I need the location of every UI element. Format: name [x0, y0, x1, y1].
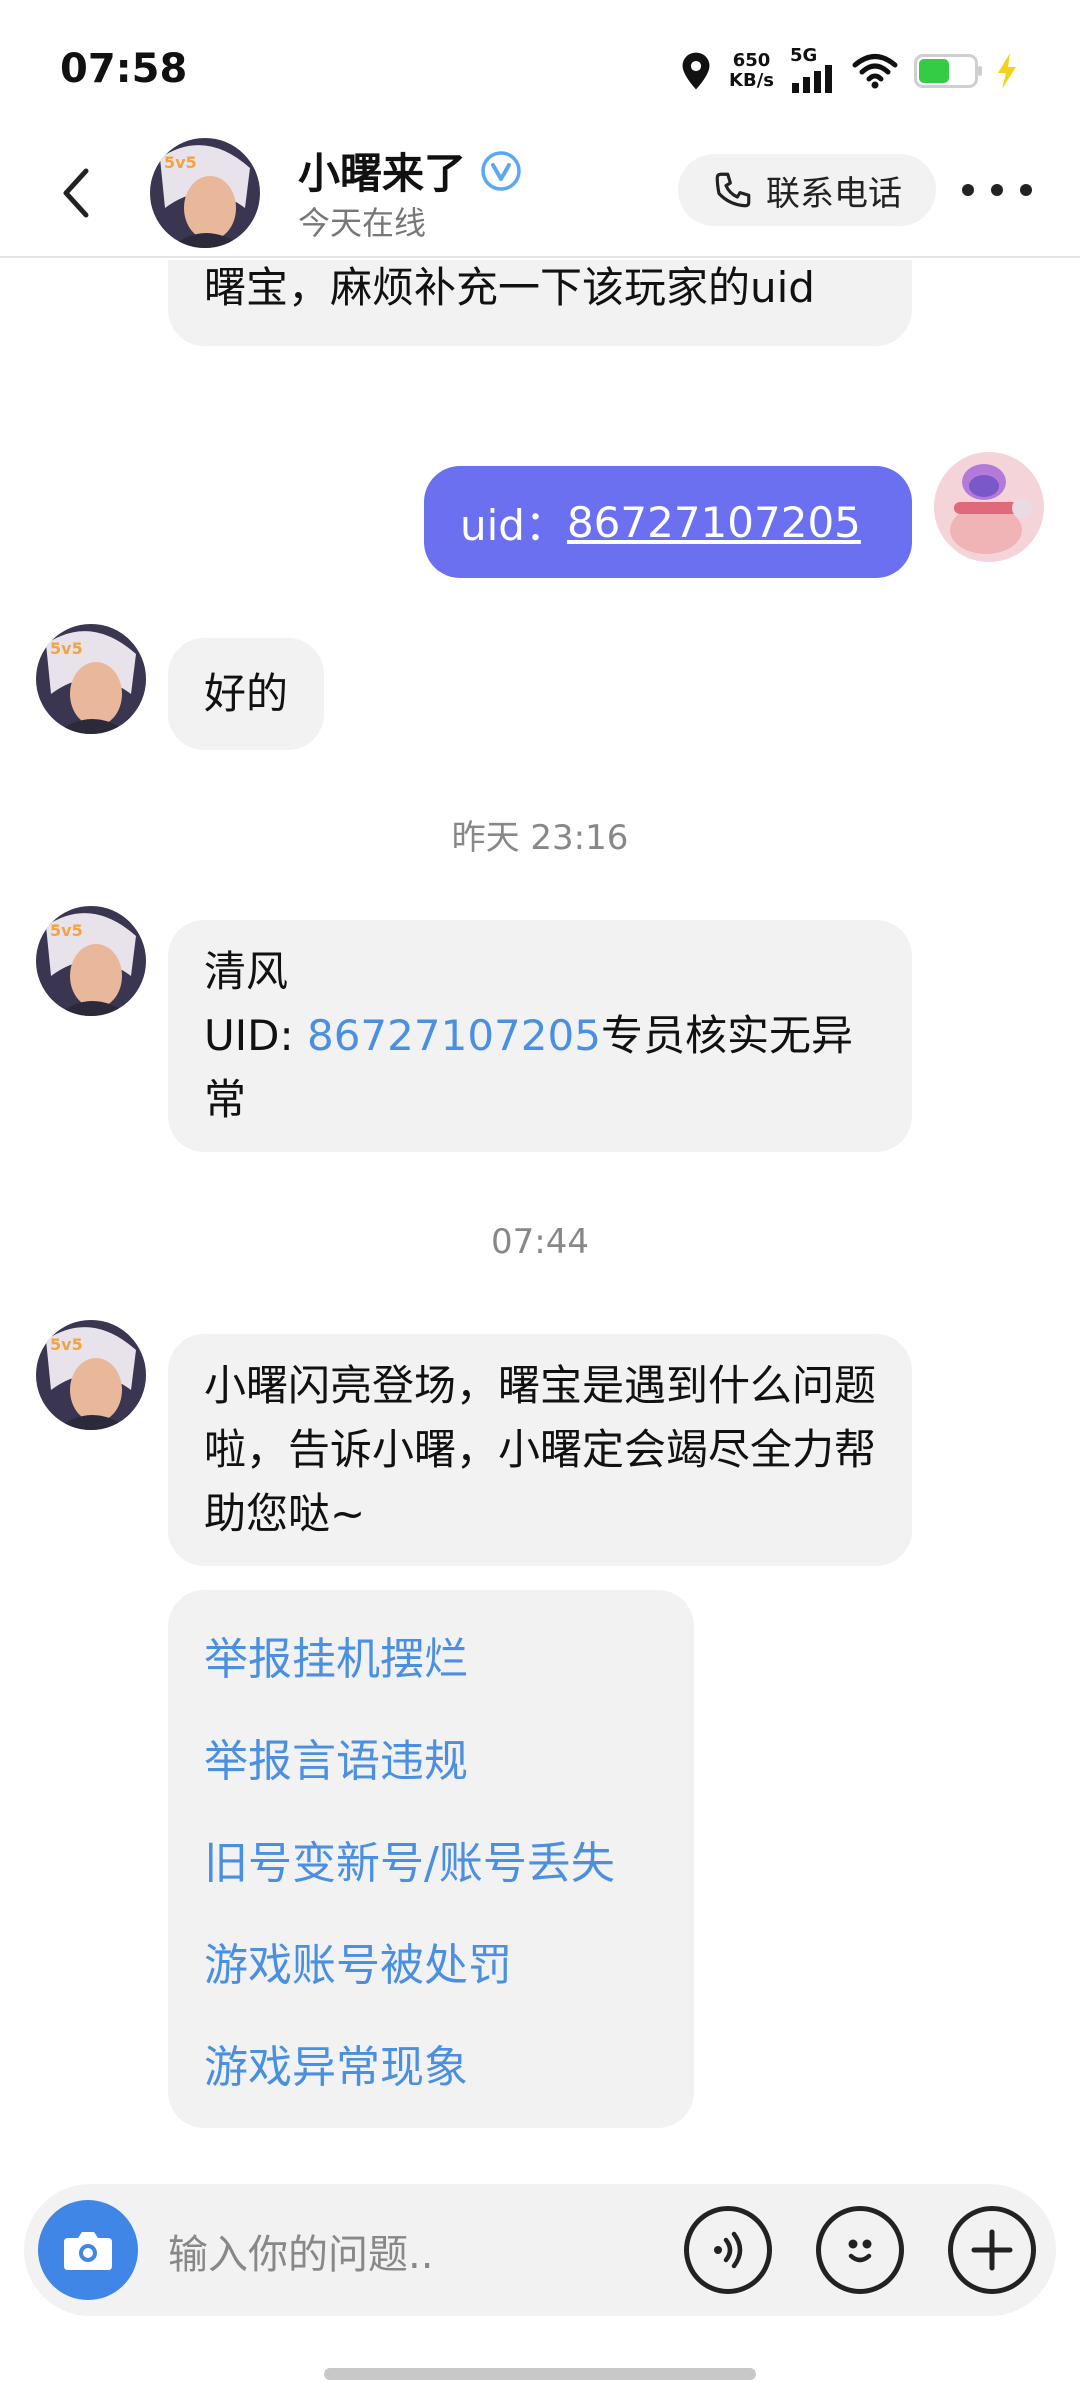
charging-icon [998, 53, 1016, 89]
contact-name-row: 小曙来了 [298, 140, 522, 201]
voice-button[interactable] [684, 2206, 772, 2294]
svg-text:5v5: 5v5 [164, 153, 197, 172]
phone-icon [715, 172, 751, 208]
quick-option-item[interactable]: 举报挂机摆烂 [204, 1604, 658, 1706]
user-avatar[interactable] [934, 452, 1044, 562]
voice-icon [714, 2231, 743, 2269]
quick-options-card: 举报挂机摆烂 举报言语违规 旧号变新号/账号丢失 游戏账号被处罚 游戏异常现象 [168, 1590, 694, 2128]
bot-avatar[interactable]: 5v5 [36, 906, 146, 1016]
message-text: UID: 86727107205专员核实无异常 [204, 1011, 853, 1124]
call-label: 联系电话 [766, 173, 902, 214]
status-icons: 650 KB/s 5G [679, 45, 1020, 96]
contact-name: 小曙来了 [298, 149, 467, 198]
quick-option-item[interactable]: 游戏账号被处罚 [204, 1910, 658, 2012]
message-bubble-incoming: 好的 [168, 638, 325, 750]
message-bubble-incoming: 小曙闪亮登场，曙宝是遇到什么问题啦，告诉小曙，小曙定会竭尽全力帮助您哒~ [168, 1334, 912, 1566]
contact-avatar[interactable]: 5v5 [150, 138, 260, 248]
status-bar: 07:58 650 KB/s 5G [0, 0, 1080, 130]
chat-header: 5v5 小曙来了 今天在线 联系电话 [0, 130, 1080, 258]
add-button[interactable] [948, 2206, 1036, 2294]
net-speed-value: 650 [732, 50, 771, 71]
message-text: 清风 [204, 947, 289, 996]
battery-icon [914, 54, 982, 88]
emoji-icon [848, 2239, 872, 2263]
bot-avatar[interactable]: 5v5 [36, 1320, 146, 1430]
question-input[interactable]: 输入你的问题.. [168, 2222, 433, 2280]
quick-option-item[interactable]: 举报言语违规 [204, 1706, 658, 1808]
uid-link[interactable]: 86727107205 [307, 1011, 601, 1060]
message-text: uid： [460, 500, 567, 550]
verified-icon [481, 150, 521, 191]
timestamp-separator: 07:44 [491, 1222, 589, 1262]
message-text: 好的 [204, 669, 289, 718]
cellular-signal: 5G [790, 45, 836, 93]
message-text: 曙宝，麻烦补充一下该玩家的uid [204, 263, 815, 312]
message-bubble-incoming: 清风 UID: 86727107205专员核实无异常 [168, 920, 912, 1152]
call-button[interactable]: 联系电话 [678, 154, 936, 226]
input-bar: 输入你的问题.. [24, 2184, 1056, 2316]
wifi-icon [852, 54, 898, 89]
message-text: 小曙闪亮登场，曙宝是遇到什么问题啦，告诉小曙，小曙定会竭尽全力帮助您哒~ [204, 1361, 877, 1538]
message-bubble-outgoing: uid： 86727107205 [424, 466, 912, 578]
home-indicator[interactable] [324, 2368, 756, 2380]
svg-text:5v5: 5v5 [50, 639, 83, 658]
chevron-left-icon [63, 168, 89, 218]
emoji-button[interactable] [816, 2206, 904, 2294]
signal-icon [792, 65, 832, 93]
quick-option-item[interactable]: 旧号变新号/账号丢失 [204, 1808, 658, 1910]
timestamp-separator: 昨天 23:16 [451, 818, 629, 858]
message-bubble-incoming: 曙宝，麻烦补充一下该玩家的uid [168, 260, 912, 346]
svg-text:5v5: 5v5 [50, 921, 83, 940]
camera-icon [64, 2232, 112, 2270]
bot-avatar[interactable]: 5v5 [36, 624, 146, 734]
net-speed-unit: KB/s [729, 70, 774, 91]
more-options-icon[interactable] [962, 170, 1032, 210]
chat-area: 曙宝，麻烦补充一下该玩家的uid uid： 86727107205 5v5 好的… [0, 260, 1080, 2180]
camera-button[interactable] [38, 2200, 138, 2300]
plus-icon [971, 2229, 1013, 2271]
online-status: 今天在线 [298, 204, 427, 242]
uid-link[interactable]: 86727107205 [567, 498, 861, 547]
location-icon [682, 52, 710, 90]
back-button[interactable] [46, 158, 106, 228]
status-time: 07:58 [60, 46, 188, 92]
svg-text:5v5: 5v5 [50, 1335, 83, 1354]
net-speed: 650 KB/s [729, 51, 774, 91]
quick-option-item[interactable]: 游戏异常现象 [204, 2012, 658, 2114]
